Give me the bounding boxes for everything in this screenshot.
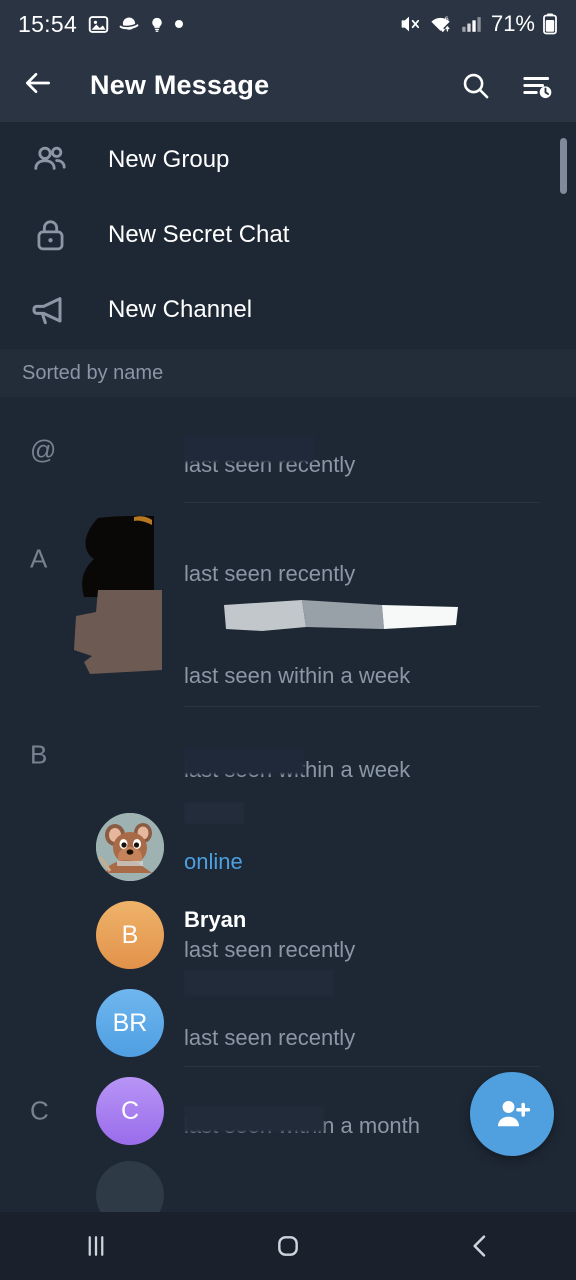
home-button[interactable]	[192, 1230, 384, 1262]
contact-list: @ last seen recently A last seen recentl…	[0, 397, 576, 1229]
back-arrow-icon	[26, 72, 50, 93]
contact-status: last seen recently	[184, 561, 356, 586]
avatar[interactable]: BR	[96, 989, 164, 1057]
back-button[interactable]	[22, 67, 54, 104]
recent-apps-icon	[88, 1236, 104, 1256]
contact-meta: last seen recently	[184, 529, 355, 589]
svg-text:6: 6	[445, 14, 449, 23]
android-nav-bar	[0, 1212, 576, 1280]
nav-back-button[interactable]	[384, 1230, 576, 1262]
list-item[interactable]: online	[0, 803, 576, 891]
status-bar-notification-icons	[88, 14, 184, 35]
contact-meta: last seen recently	[184, 993, 355, 1053]
contact-name	[184, 529, 355, 559]
action-new-group[interactable]: New Group	[0, 122, 576, 197]
section-letter: A	[30, 543, 48, 574]
list-item[interactable]: A last seen recently	[0, 503, 576, 615]
contact-meta: Bryan last seen recently	[184, 905, 355, 965]
mute-icon	[401, 16, 420, 32]
contact-meta: online	[184, 817, 243, 877]
people-icon	[34, 146, 66, 170]
section-letter: B	[30, 739, 48, 770]
section-letter: C	[30, 1095, 49, 1126]
search-button[interactable]	[460, 70, 491, 101]
contact-meta: last seen within a week	[184, 725, 410, 785]
battery-icon	[543, 13, 557, 35]
contact-meta: last seen within a month	[184, 1081, 420, 1141]
mouse-photo-icon	[96, 813, 164, 881]
contact-status: last seen within a week	[184, 663, 411, 688]
new-chat-actions: New Group New Secret Chat New Channel	[0, 122, 576, 347]
sorted-by-label: Sorted by name	[22, 361, 164, 384]
contact-name	[184, 993, 355, 1023]
action-new-secret-chat[interactable]: New Secret Chat	[0, 197, 576, 272]
app-bar: New Message	[0, 48, 576, 122]
planet-icon	[119, 17, 139, 30]
list-item[interactable]: @ last seen recently	[0, 397, 576, 503]
lock-icon-wrap	[22, 215, 78, 255]
action-new-group-label: New Group	[108, 145, 230, 173]
contact-name: Bryan	[184, 907, 247, 932]
action-new-secret-chat-label: New Secret Chat	[108, 220, 290, 248]
phone-screen: 15:54 6 71% New Message New Group New Se…	[0, 0, 576, 1280]
lightbulb-icon	[152, 17, 162, 32]
sort-by-time-icon	[523, 76, 552, 98]
wifi-icon: 6	[431, 14, 450, 33]
contact-status: last seen within a week	[184, 757, 411, 782]
megaphone-icon	[32, 296, 62, 324]
contact-status: last seen recently	[184, 1025, 356, 1050]
add-person-icon	[498, 1101, 531, 1127]
avatar[interactable]: B	[96, 901, 164, 969]
contact-status: last seen recently	[184, 452, 356, 477]
contact-meta: last seen within a week	[184, 631, 410, 691]
list-item[interactable]: B last seen within a week	[0, 707, 576, 803]
contact-name	[184, 725, 410, 755]
home-icon	[278, 1236, 298, 1256]
contact-name	[184, 1081, 420, 1111]
list-item-partial[interactable]	[0, 1155, 576, 1229]
list-item[interactable]: last seen within a week	[0, 615, 576, 707]
contact-name	[184, 420, 355, 450]
status-bar-system-icons: 6 71%	[397, 11, 558, 37]
people-icon-wrap	[22, 140, 78, 180]
status-bar: 15:54 6 71%	[0, 0, 576, 48]
avatar-initials: BR	[112, 1008, 148, 1037]
contact-status: last seen recently	[184, 937, 356, 962]
image-icon	[88, 15, 109, 33]
avatar-initials: C	[120, 1096, 140, 1125]
megaphone-icon-wrap	[22, 290, 78, 330]
list-item[interactable]: BR last seen recently	[0, 979, 576, 1067]
sort-button[interactable]	[521, 70, 554, 101]
dot-icon	[175, 20, 184, 28]
cellular-signal-icon	[462, 17, 481, 32]
contact-name	[184, 817, 243, 847]
contact-meta: last seen recently	[184, 420, 355, 480]
sorted-by-header: Sorted by name	[0, 349, 576, 397]
battery-percent-label: 71%	[490, 11, 535, 36]
search-icon	[463, 73, 489, 98]
action-new-channel[interactable]: New Channel	[0, 272, 576, 347]
contact-status: last seen within a month	[184, 1113, 421, 1138]
lock-icon	[37, 219, 63, 250]
add-contact-fab[interactable]	[470, 1072, 554, 1156]
status-bar-clock: 15:54	[18, 10, 78, 37]
avatar[interactable]: C	[96, 1077, 164, 1145]
contact-status: online	[184, 849, 243, 874]
recent-apps-button[interactable]	[0, 1231, 192, 1261]
nav-back-icon	[473, 1235, 486, 1257]
list-item[interactable]: B Bryan last seen recently	[0, 891, 576, 979]
page-title: New Message	[90, 69, 270, 100]
contact-name	[184, 631, 410, 661]
avatar[interactable]	[96, 813, 164, 881]
action-new-channel-label: New Channel	[108, 295, 253, 323]
avatar-initials: B	[121, 920, 139, 949]
scrollbar-thumb[interactable]	[560, 138, 567, 194]
section-letter: @	[30, 434, 57, 465]
